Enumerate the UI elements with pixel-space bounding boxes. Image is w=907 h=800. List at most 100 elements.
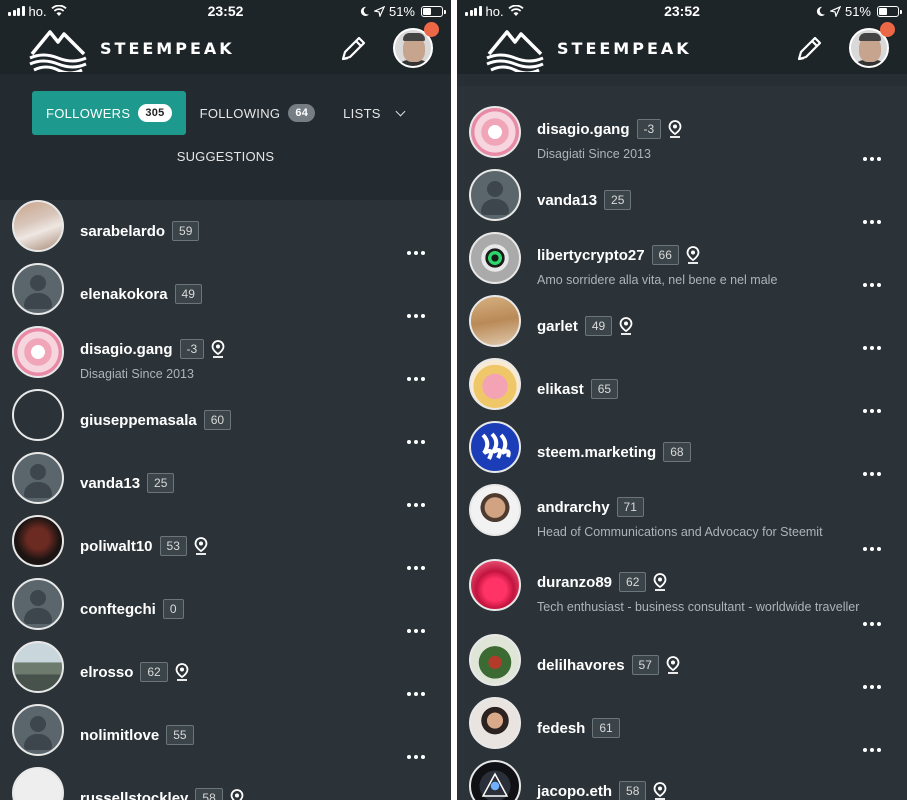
avatar[interactable] [469,760,521,800]
list-item[interactable]: disagio.gang -3 Disagiati Since 2013 [0,326,451,389]
avatar[interactable] [469,232,521,284]
list-item[interactable]: poliwalt10 53 [0,515,451,578]
avatar[interactable] [12,767,64,800]
reputation-badge: 55 [166,725,194,745]
more-options-icon[interactable] [407,692,425,696]
avatar[interactable] [12,641,64,693]
signal-icon [8,6,25,16]
avatar[interactable] [469,697,521,749]
more-options-icon[interactable] [407,314,425,318]
list-item[interactable]: nolimitlove 55 [0,704,451,767]
more-options-icon[interactable] [863,547,881,551]
username-link[interactable]: delilhavores [537,657,625,674]
list-item[interactable]: russellstockley 58 [0,767,451,800]
tab-following[interactable]: FOLLOWING 64 [186,91,330,135]
username-link[interactable]: nolimitlove [80,727,159,744]
username-link[interactable]: disagio.gang [80,341,173,358]
avatar[interactable] [469,106,521,158]
list-item[interactable]: elikast 65 [457,358,907,421]
username-link[interactable]: poliwalt10 [80,538,153,555]
more-options-icon[interactable] [407,251,425,255]
more-options-icon[interactable] [407,377,425,381]
avatar[interactable] [469,295,521,347]
list-item[interactable]: vanda13 25 [0,452,451,515]
list-item[interactable]: libertycrypto27 66 Amo sorridere alla vita… [457,232,907,295]
list-item[interactable]: steem.marketing 68 [457,421,907,484]
reputation-badge: -3 [636,119,662,139]
avatar[interactable] [12,452,64,504]
username-link[interactable]: elenakokora [80,286,168,303]
username-link[interactable]: vanda13 [80,475,140,492]
username-link[interactable]: jacopo.eth [537,783,612,800]
more-options-icon[interactable] [863,157,881,161]
avatar[interactable] [12,578,64,630]
avatar[interactable] [12,326,64,378]
list-item[interactable]: disagio.gang -3 Disagiati Since 2013 [457,106,907,169]
avatar[interactable] [469,559,521,611]
list-item[interactable]: fedesh 61 [457,697,907,760]
avatar[interactable] [469,634,521,686]
username-link[interactable]: sarabelardo [80,223,165,240]
pencil-icon[interactable] [795,33,825,63]
more-options-icon[interactable] [407,629,425,633]
follow-tabs: FOLLOWERS 305 FOLLOWING 64 LISTS SUGGEST… [0,74,451,200]
username-link[interactable]: garlet [537,318,578,335]
mountain-logo-icon [29,30,87,72]
tab-suggestions[interactable]: SUGGESTIONS [0,149,451,164]
avatar[interactable] [469,358,521,410]
more-options-icon[interactable] [407,755,425,759]
steempeak-logo[interactable]: STEEMPEAK [28,24,235,72]
list-item[interactable]: andrarchy 71 Head of Communications and Ad… [457,484,907,559]
list-item[interactable]: giuseppemasala 60 [0,389,451,452]
username-link[interactable]: andrarchy [537,499,610,516]
list-item[interactable]: sarabelardo 59 [0,200,451,263]
username-link[interactable]: conftegchi [80,601,156,618]
steempeak-logo[interactable]: STEEMPEAK [485,24,692,72]
list-item[interactable]: elenakokora 49 [0,263,451,326]
username-link[interactable]: steem.marketing [537,444,656,461]
username-link[interactable]: vanda13 [537,192,597,209]
username-link[interactable]: libertycrypto27 [537,247,645,264]
reputation-badge: -3 [179,339,205,359]
avatar[interactable] [12,389,64,441]
more-options-icon[interactable] [863,346,881,350]
more-options-icon[interactable] [863,220,881,224]
username-link[interactable]: fedesh [537,720,585,737]
user-avatar-button[interactable] [393,22,439,68]
list-item[interactable]: elrosso 62 [0,641,451,704]
more-options-icon[interactable] [863,409,881,413]
user-avatar-button[interactable] [849,22,895,68]
username-link[interactable]: russellstockley [80,790,188,800]
more-options-icon[interactable] [863,748,881,752]
more-options-icon[interactable] [863,685,881,689]
username-link[interactable]: elrosso [80,664,133,681]
username-link[interactable]: giuseppemasala [80,412,197,429]
list-item[interactable]: garlet 49 [457,295,907,358]
more-options-icon[interactable] [863,283,881,287]
more-options-icon[interactable] [863,472,881,476]
username-link[interactable]: duranzo89 [537,574,612,591]
avatar[interactable] [469,169,521,221]
avatar[interactable] [469,421,521,473]
avatar[interactable] [12,515,64,567]
list-item[interactable]: duranzo89 62 Tech enthusiast - business co… [457,559,907,634]
more-options-icon[interactable] [407,566,425,570]
username-link[interactable]: elikast [537,381,584,398]
tab-followers[interactable]: FOLLOWERS 305 [32,91,186,135]
avatar[interactable] [12,200,64,252]
tab-lists[interactable]: LISTS [329,91,418,135]
list-item[interactable]: jacopo.eth 58 [457,760,907,800]
avatar[interactable] [469,484,521,536]
triangle-icon [481,772,509,797]
location-pin-icon [653,573,667,591]
list-item[interactable]: vanda13 25 [457,169,907,232]
more-options-icon[interactable] [407,503,425,507]
avatar[interactable] [12,704,64,756]
pencil-icon[interactable] [339,33,369,63]
avatar[interactable] [12,263,64,315]
list-item[interactable]: delilhavores 57 [457,634,907,697]
more-options-icon[interactable] [863,622,881,626]
username-link[interactable]: disagio.gang [537,121,630,138]
list-item[interactable]: conftegchi 0 [0,578,451,641]
more-options-icon[interactable] [407,440,425,444]
